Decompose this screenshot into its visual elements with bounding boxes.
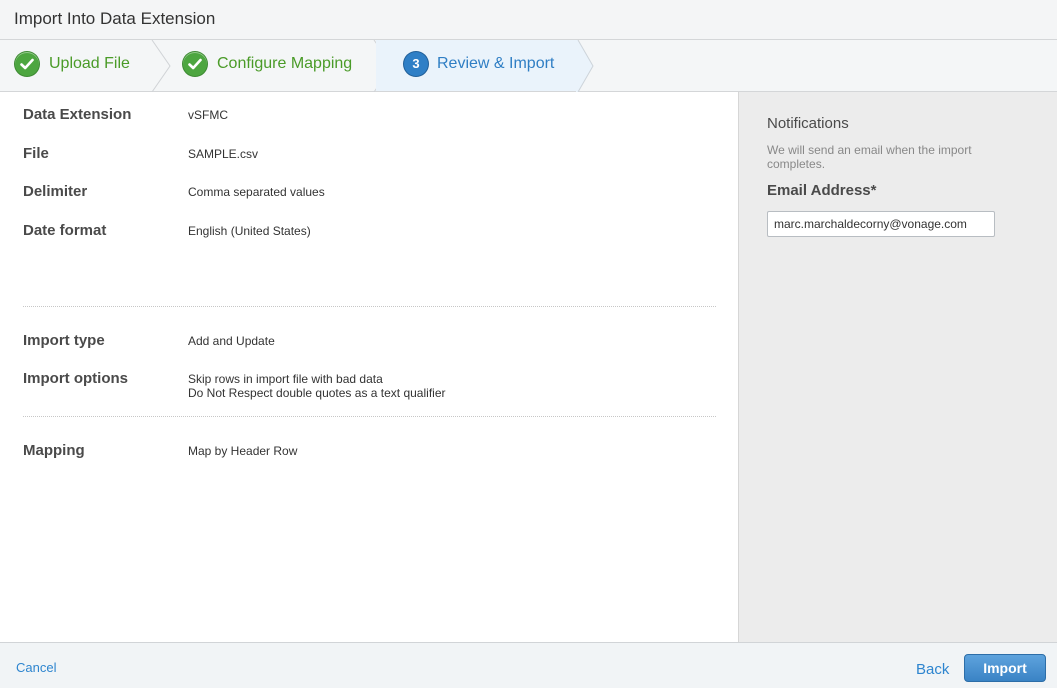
- dialog-footer: Cancel Back Import: [0, 642, 1057, 688]
- step-separator-icon: [576, 40, 594, 92]
- notifications-title: Notifications: [767, 115, 849, 132]
- summary-value: SAMPLE.csv: [188, 147, 259, 161]
- summary-value: Do Not Respect double quotes as a text q…: [188, 386, 446, 400]
- summary-label: Date format: [23, 222, 107, 239]
- summary-value: Skip rows in import file with bad data: [188, 372, 383, 386]
- email-address-input[interactable]: [767, 211, 995, 237]
- dialog-title: Import Into Data Extension: [14, 9, 216, 28]
- notifications-description: We will send an email when the import co…: [767, 143, 972, 171]
- review-summary-panel: Data Extension vSFMC File SAMPLE.csv Del…: [0, 92, 738, 642]
- step-review-import[interactable]: 3 Review & Import: [376, 40, 578, 91]
- summary-label: Delimiter: [23, 183, 88, 200]
- section-divider: [23, 416, 716, 417]
- back-button[interactable]: Back: [916, 661, 949, 678]
- summary-value: English (United States): [188, 224, 311, 238]
- step-progress-bar: Upload File Configure Mapping 3 Review &…: [0, 40, 1057, 92]
- dialog-header: Import Into Data Extension: [0, 0, 1057, 40]
- summary-value: vSFMC: [188, 108, 228, 122]
- summary-value: Comma separated values: [188, 185, 325, 199]
- email-address-label: Email Address*: [767, 182, 877, 199]
- summary-label: Mapping: [23, 442, 85, 459]
- notifications-panel: Notifications We will send an email when…: [738, 92, 1057, 642]
- step-configure-mapping[interactable]: Configure Mapping: [170, 40, 375, 91]
- section-divider: [23, 306, 716, 307]
- step-label: Review & Import: [437, 55, 555, 72]
- summary-label: File: [23, 145, 49, 162]
- check-icon: [15, 52, 39, 76]
- check-icon: [183, 52, 207, 76]
- step-number: 3: [404, 52, 428, 76]
- summary-value: Map by Header Row: [188, 444, 298, 458]
- summary-label: Import options: [23, 370, 128, 387]
- step-label: Configure Mapping: [217, 55, 353, 72]
- summary-label: Data Extension: [23, 106, 132, 123]
- cancel-link[interactable]: Cancel: [16, 660, 56, 675]
- import-button[interactable]: Import: [964, 654, 1046, 682]
- summary-label: Import type: [23, 332, 105, 349]
- step-label: Upload File: [49, 55, 130, 72]
- step-upload-file[interactable]: Upload File: [0, 40, 155, 91]
- summary-value: Add and Update: [188, 334, 275, 348]
